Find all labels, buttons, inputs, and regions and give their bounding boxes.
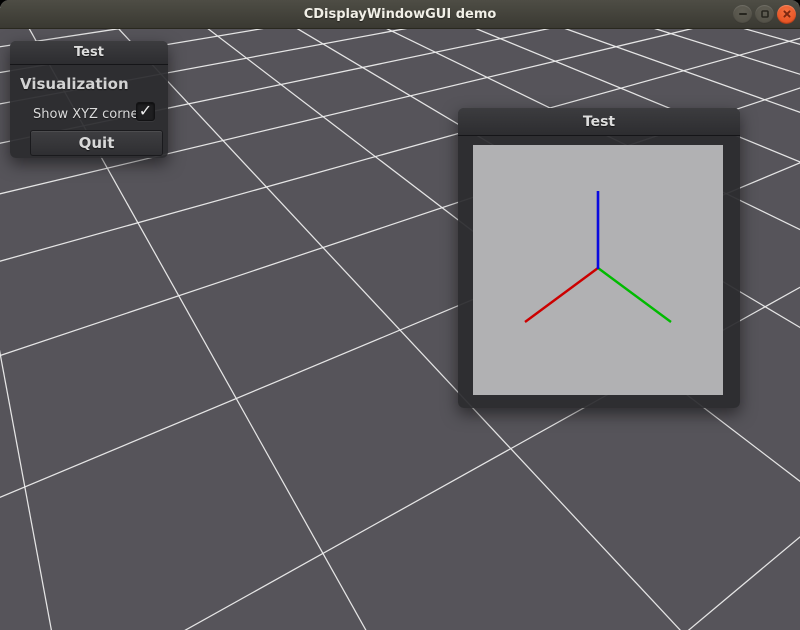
window-title: CDisplayWindowGUI demo <box>304 7 497 22</box>
test-panel-window: Test Visualization Show XYZ corner ✓ Qui… <box>10 41 168 158</box>
app-window: CDisplayWindowGUI demo Test <box>0 0 800 630</box>
test-panel-header[interactable]: Test <box>10 41 168 65</box>
maximize-icon <box>760 9 770 19</box>
close-icon <box>782 9 792 19</box>
test-subwindow: Test <box>458 108 740 408</box>
test-subwindow-header[interactable]: Test <box>458 108 740 136</box>
quit-button[interactable]: Quit <box>30 130 163 156</box>
y-axis-line <box>598 268 671 322</box>
maximize-button[interactable] <box>755 5 774 24</box>
close-button[interactable] <box>777 5 796 24</box>
test-panel-body: Visualization Show XYZ corner ✓ Quit <box>10 65 168 159</box>
titlebar[interactable]: CDisplayWindowGUI demo <box>0 0 800 29</box>
minimize-button[interactable] <box>733 5 752 24</box>
show-xyz-corner-checkbox[interactable]: ✓ <box>136 102 155 121</box>
x-axis-line <box>525 268 598 322</box>
xyz-corner-image <box>473 145 723 395</box>
checkmark-icon: ✓ <box>139 103 152 119</box>
visualization-label: Visualization <box>20 75 129 93</box>
xyz-axes-drawing <box>473 145 723 395</box>
show-xyz-corner-label: Show XYZ corner <box>33 107 144 122</box>
window-controls <box>733 0 796 28</box>
minimize-icon <box>738 9 748 19</box>
